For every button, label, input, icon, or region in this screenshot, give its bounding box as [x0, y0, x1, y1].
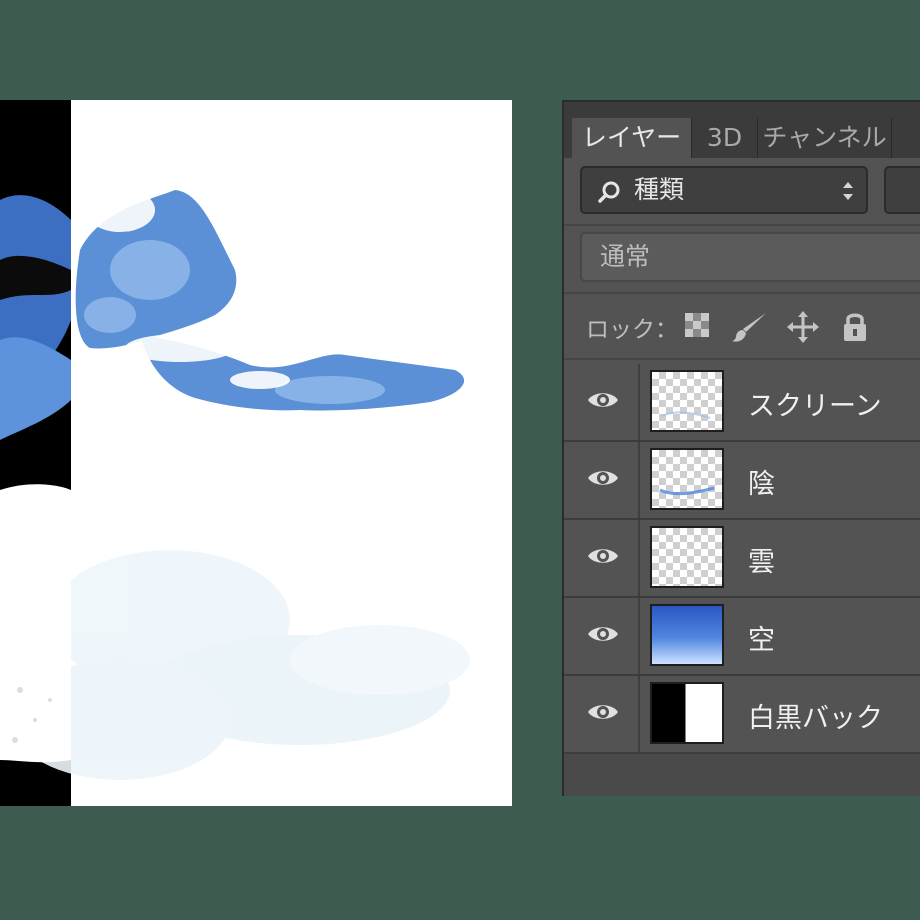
layer-kind-filter-select[interactable]: 種類	[580, 166, 868, 214]
blend-mode-select[interactable]: 通常	[580, 232, 920, 282]
layer-name[interactable]: 雲	[748, 540, 775, 579]
visibility-column-divider	[638, 442, 640, 518]
search-icon	[598, 181, 620, 203]
lock-all-icon[interactable]	[840, 310, 870, 344]
visibility-column-divider	[638, 676, 640, 752]
layers-panel: レイヤー 3D チャンネル 種類 通常 ロック： スクリーン 陰 雲 空 白黒バ…	[562, 100, 920, 796]
divider	[564, 358, 920, 360]
eye-visibility-icon[interactable]	[586, 700, 620, 724]
divider	[564, 292, 920, 294]
layer-name[interactable]: 空	[748, 618, 775, 657]
layer-row-cloud[interactable]: 雲	[564, 520, 920, 598]
kind-filter-label: 種類	[634, 175, 685, 204]
panel-tab-bar: レイヤー 3D チャンネル	[564, 102, 920, 158]
layer-thumbnail-transparent	[650, 370, 724, 432]
layer-row-shadow[interactable]: 陰	[564, 442, 920, 520]
tab-channels[interactable]: チャンネル	[758, 118, 892, 158]
lock-row: ロック：	[564, 298, 920, 356]
layer-name[interactable]: 白黒バック	[748, 696, 883, 735]
layer-row-screen[interactable]: スクリーン	[564, 364, 920, 442]
eye-visibility-icon[interactable]	[586, 388, 620, 412]
eye-visibility-icon[interactable]	[586, 622, 620, 646]
visibility-column-divider	[638, 598, 640, 674]
filter-toggle-area[interactable]	[884, 166, 920, 214]
layer-thumbnail-transparent	[650, 526, 724, 588]
divider	[564, 224, 920, 226]
updown-arrows-icon	[843, 182, 853, 200]
visibility-column-divider	[638, 520, 640, 596]
tab-3d[interactable]: 3D	[692, 118, 758, 158]
visibility-column-divider	[638, 364, 640, 440]
layer-name[interactable]: スクリーン	[748, 384, 882, 423]
lock-label: ロック：	[586, 317, 678, 343]
lock-image-pixels-icon[interactable]	[730, 310, 770, 344]
layer-row-bw-back[interactable]: 白黒バック	[564, 676, 920, 754]
tab-layers[interactable]: レイヤー	[572, 118, 692, 158]
layer-thumbnail-black-white	[650, 682, 724, 744]
layer-thumbnail-gradient	[650, 604, 724, 666]
layer-thumbnail-transparent	[650, 448, 724, 510]
lock-transparent-pixels-icon[interactable]	[682, 310, 712, 340]
cloud-artwork	[0, 188, 470, 780]
lock-position-icon[interactable]	[786, 310, 820, 344]
layer-name[interactable]: 陰	[748, 462, 775, 501]
panel-footer	[564, 754, 920, 796]
tab-overflow[interactable]	[892, 118, 920, 158]
document-canvas[interactable]	[0, 100, 512, 806]
layer-row-sky[interactable]: 空	[564, 598, 920, 676]
eye-visibility-icon[interactable]	[586, 544, 620, 568]
eye-visibility-icon[interactable]	[586, 466, 620, 490]
